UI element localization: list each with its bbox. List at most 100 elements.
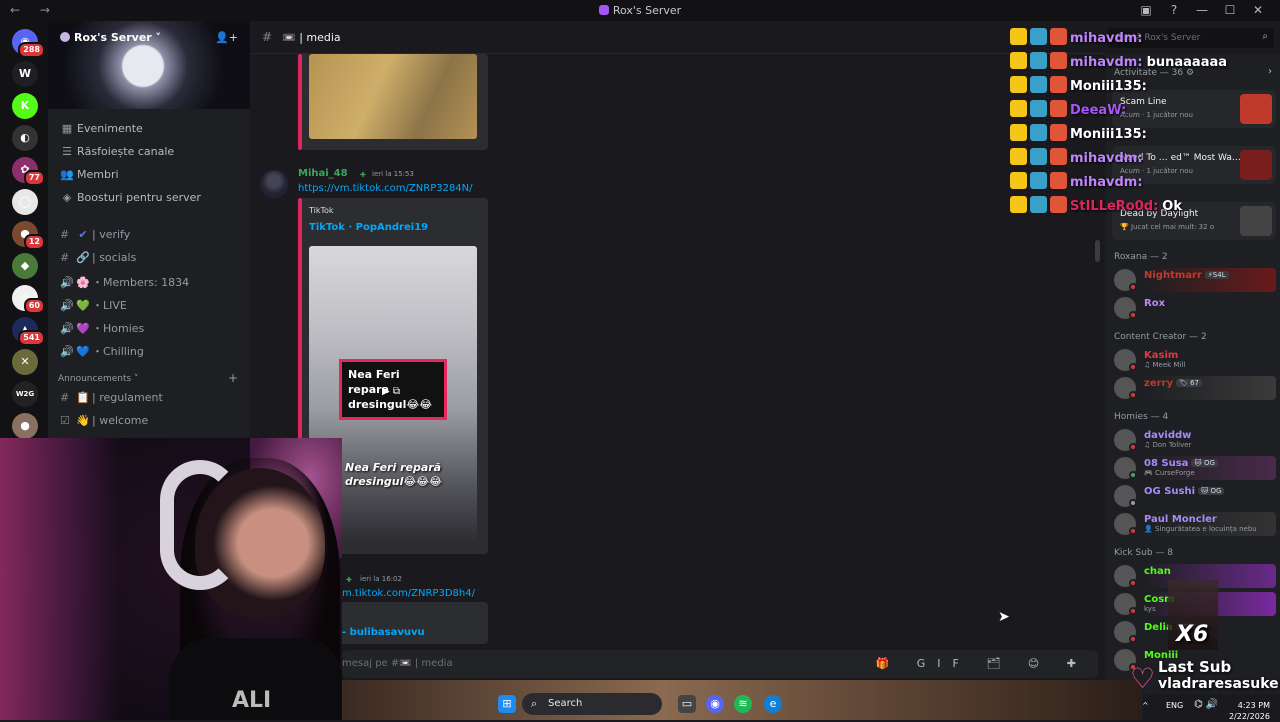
nav-label: Boosturi pentru server (77, 191, 201, 204)
server-nav-1[interactable]: ☰ Răsfoiește canale (60, 145, 174, 158)
text-channel-icon: ☑ (60, 414, 70, 427)
stream-chat-line: StILLeRo0d: Ok (1010, 196, 1182, 216)
chat-username: mihavdm: (1070, 55, 1143, 70)
guild-green-icon[interactable]: ◆ (12, 253, 38, 279)
channel-emoji-icon: 👋 (76, 414, 90, 427)
notification-badge: 288 (18, 42, 45, 58)
help-icon[interactable]: ? (1160, 3, 1188, 17)
member-row[interactable]: daviddw ♫ Don Toliver (1112, 428, 1276, 452)
discord-home-icon[interactable]: ◉288 (12, 29, 45, 58)
server-nav-3[interactable]: ◈ Boosturi pentru server (60, 191, 201, 204)
member-row[interactable]: zerry 🏷 67 (1112, 376, 1276, 400)
guild-kick-icon[interactable]: K (12, 93, 38, 119)
channel-header: # 📼 | media (250, 21, 1104, 54)
guild-w-icon[interactable]: W (12, 61, 38, 87)
voice-channel-icon: 🔊 (60, 322, 74, 335)
channel-item[interactable]: 🔊 🌸 ・Members: 1834 (60, 274, 189, 290)
invite-people-icon[interactable]: 👤+ (215, 31, 238, 44)
chat-username: mihavdm: (1070, 151, 1143, 166)
chat-username: StILLeRo0d: (1070, 199, 1159, 214)
channel-label: | welcome (92, 414, 149, 427)
channel-item[interactable]: # ✔ | verify (60, 228, 130, 241)
member-row[interactable]: Kasim ♫ Meek Mill (1112, 348, 1276, 372)
windows-start-icon[interactable]: ⊞ (498, 695, 516, 713)
member-name: Paul Moncler (1144, 514, 1217, 525)
status-indicator (1129, 499, 1137, 507)
stream-chat-line: Moniii135: (1010, 124, 1147, 144)
chat-username: Moniii135: (1070, 127, 1147, 142)
heart-icon: ♡ (1130, 662, 1156, 695)
inbox-icon[interactable]: ▣ (1132, 3, 1160, 17)
edge-icon[interactable]: e (764, 695, 782, 713)
chat-badge-icon (1030, 100, 1047, 117)
guild-swirl-icon[interactable]: ◎ 60 (12, 285, 45, 314)
category-announcements[interactable]: Announcements ˅ (58, 374, 139, 384)
taskbar-clock[interactable]: 4:23 PM 2/22/2026 (1229, 700, 1270, 722)
channel-item[interactable]: 🔊 💜 ・Homies (60, 320, 144, 336)
channel-item[interactable]: 🔊 💙 ・Chilling (60, 343, 144, 359)
chat-badge-icon (1010, 100, 1027, 117)
taskbar-search[interactable]: ⌕ Search (522, 693, 662, 715)
embed-thumbnail[interactable] (309, 54, 477, 139)
channel-item[interactable]: 🔊 💚 ・LIVE (60, 297, 127, 313)
nav-label: Răsfoiește canale (77, 145, 175, 158)
guild-x-icon[interactable]: ✕ (12, 349, 38, 375)
member-name-text: Rox (1144, 298, 1166, 309)
guild-dark-icon[interactable]: ◐ (12, 125, 38, 151)
stream-chat-line: mihavdm: bunaaaaaa (1010, 52, 1227, 72)
message-author[interactable]: Mihai_48 (298, 168, 348, 179)
member-row[interactable]: OG Sushi 🐱 OG (1112, 484, 1276, 508)
member-name: zerry 🏷 67 (1144, 378, 1203, 389)
play-icon[interactable]: ▶ ⧉ (379, 386, 403, 404)
text-channel-icon: # (60, 391, 70, 404)
member-row[interactable]: Paul Moncler 👤 Singurătatea e locuința ne… (1112, 512, 1276, 536)
member-row[interactable]: Nightmarr ⚡S4L (1112, 268, 1276, 292)
channel-item[interactable]: ☑ 👋 | welcome (60, 414, 148, 427)
close-button[interactable]: ✕ (1244, 3, 1272, 17)
chevron-right-icon[interactable]: › (1268, 66, 1272, 77)
maximize-button[interactable]: ☐ (1216, 3, 1244, 17)
guild-glyph: W (18, 67, 32, 80)
guild-pink-icon[interactable]: ✿ 77 (12, 157, 45, 186)
server-nav-2[interactable]: 👥 Membri (60, 168, 118, 181)
chat-badge-icon (1030, 52, 1047, 69)
member-row[interactable]: Rox (1112, 296, 1276, 320)
member-row[interactable]: 08 Susa 🐱 OG 🎮 CurseForge (1112, 456, 1276, 480)
scrollbar[interactable] (1095, 240, 1100, 262)
discord-icon[interactable]: ◉ (706, 695, 724, 713)
channel-name: 📼 | media (282, 31, 341, 44)
message-link[interactable]: m.tiktok.com/ZNRP3D8h4/ (342, 588, 475, 599)
window-title: Rox's Server (0, 4, 1280, 17)
task-view-icon[interactable]: ▭ (678, 695, 696, 713)
message-timestamp: ieri la 16:02 (360, 575, 402, 583)
channel-emoji-icon: 🌸 (76, 276, 90, 289)
channel-hash-icon: # (262, 30, 273, 44)
embed-title[interactable]: TikTok · PopAndrei19 (309, 222, 428, 233)
server-nav-0[interactable]: ▦ Evenimente (60, 122, 143, 135)
guild-person-icon[interactable]: ● 12 (12, 221, 45, 250)
guild-cat-icon[interactable]: ● (12, 413, 38, 439)
webcam-overlay: ALI (0, 438, 342, 720)
composer-tools[interactable]: 🎁 GIF 🗂 😊 ✚ (876, 657, 1088, 670)
message-link[interactable]: https://vm.tiktok.com/ZNRP3284N/ (298, 183, 473, 194)
minimize-button[interactable]: — (1188, 3, 1216, 17)
add-channel-icon[interactable]: + (228, 371, 238, 385)
member-name-text: zerry (1144, 378, 1173, 389)
activity-game-icon (1240, 94, 1272, 124)
headset-icon (160, 460, 240, 590)
guild-sidebar: ◉288 W K ◐ ✿77 ◯ ●12 ◆ ◎60 ▲541 ✕ W2G ● (0, 21, 48, 441)
channel-item[interactable]: # 📋 | regulament (60, 391, 163, 404)
guild-white-icon[interactable]: ◯ (12, 189, 38, 215)
spotify-icon[interactable]: ≋ (734, 695, 752, 713)
guild-w2g-icon[interactable]: W2G (12, 381, 38, 407)
channel-item[interactable]: # 🔗 | socials (60, 251, 136, 264)
status-indicator (1129, 283, 1137, 291)
embed-title[interactable]: - bulibasavuvu (342, 627, 425, 638)
title-bar: ← → Rox's Server ▣? — ☐ ✕ (0, 0, 1280, 21)
message-timestamp: ieri la 15:53 (372, 170, 414, 178)
member-group-header: Content Creator — 2 (1114, 332, 1207, 342)
guild-blue-icon[interactable]: ▲541 (12, 317, 45, 346)
server-name-button[interactable]: Rox's Server ˅ (60, 31, 161, 44)
avatar[interactable] (260, 170, 288, 198)
message-composer[interactable]: mesaj pe #📼 | media 🎁 GIF 🗂 😊 ✚ (342, 650, 1098, 678)
